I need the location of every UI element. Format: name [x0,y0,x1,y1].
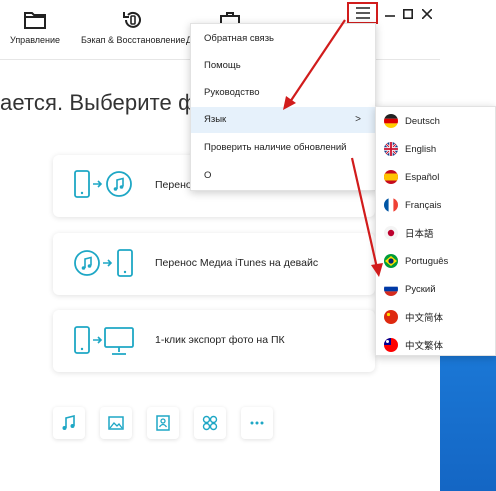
menu-item-guide[interactable]: Руководство [191,80,375,106]
language-label: 中文繁体 [405,341,444,352]
itunes-to-device-icon [74,249,133,277]
menu-button[interactable] [347,2,378,24]
card-icons [71,246,141,282]
toolbar-backup-restore[interactable]: Бэкап & Восстановление [81,8,185,45]
menu-item-help[interactable]: Помощь [191,53,375,79]
language-item-portugues[interactable]: Português [376,247,495,275]
language-label: English [405,143,437,155]
toolbar-backup-restore-label: Бэкап & Восстановление [81,35,186,45]
language-item-russian[interactable]: Руский [376,275,495,303]
chevron-right-icon: > [355,114,361,125]
photo-icon [108,416,124,430]
flag-uk-icon [384,142,398,156]
bottom-icon-bar [53,407,273,439]
flag-brazil-icon [384,254,398,268]
language-item-deutsch[interactable]: Deutsch [376,107,495,135]
card-label: 1-клик экспорт фото на ПК [155,334,285,346]
menu-item-feedback[interactable]: Обратная связь [191,26,375,52]
toolbar-manage[interactable]: Управление [10,8,60,45]
card-icons [71,168,141,204]
maximize-button[interactable] [400,4,416,24]
language-label: 中文简体 [405,313,444,324]
language-item-espanol[interactable]: Español [376,163,495,191]
maximize-icon [403,9,413,19]
device-to-itunes-icon [74,170,132,198]
language-label: Français [405,199,442,211]
language-item-francais[interactable]: Français [376,191,495,219]
contacts-icon [156,415,170,431]
language-item-chinese-simplified[interactable]: 中文简体 [376,303,495,331]
language-label: Deutsch [405,115,440,127]
folder-icon [24,12,47,29]
toolbar-manage-label: Управление [10,35,61,45]
flag-china-icon [384,310,398,324]
flag-france-icon [384,198,398,212]
close-button[interactable] [418,4,436,24]
card-label: Перенос Медиа iTunes на девайс [155,257,319,269]
apps-button[interactable] [194,407,226,439]
menu-item-about[interactable]: О [191,163,375,189]
language-label: 日本語 [405,229,434,240]
flag-russia-icon [384,282,398,296]
menu-item-language[interactable]: Язык > [191,107,375,133]
hamburger-menu-icon [355,7,370,19]
language-label: Руский [405,283,436,295]
language-item-chinese-traditional[interactable]: 中文繁体 [376,331,495,359]
minimize-icon [385,15,395,17]
card-icons [71,323,141,359]
flag-spain-icon [384,170,398,184]
device-to-pc-icon [74,326,134,355]
flag-japan-icon [384,226,398,240]
more-button[interactable] [241,407,273,439]
card-transfer-to-device[interactable]: Перенос Медиа iTunes на девайс [53,233,375,295]
main-menu-dropdown: Обратная связь Помощь Руководство Язык >… [190,23,376,191]
language-label: Español [405,171,440,183]
language-label: Português [405,255,449,267]
menu-item-language-label: Язык [204,114,227,125]
language-item-english[interactable]: English [376,135,495,163]
flag-taiwan-icon [384,338,398,352]
card-export-photos[interactable]: 1-клик экспорт фото на ПК [53,310,375,372]
music-button[interactable] [53,407,85,439]
close-icon [422,9,432,19]
music-icon [62,415,75,430]
more-icon [250,421,264,425]
language-item-japanese[interactable]: 日本語 [376,219,495,247]
backup-restore-icon [123,11,142,28]
apps-icon [202,415,218,431]
minimize-button[interactable] [380,4,400,24]
menu-item-check-updates[interactable]: Проверить наличие обновлений [191,135,375,161]
contacts-button[interactable] [147,407,179,439]
flag-germany-icon [384,114,398,128]
photo-button[interactable] [100,407,132,439]
language-submenu: Deutsch English Español Français 日本語 Por… [375,106,496,356]
